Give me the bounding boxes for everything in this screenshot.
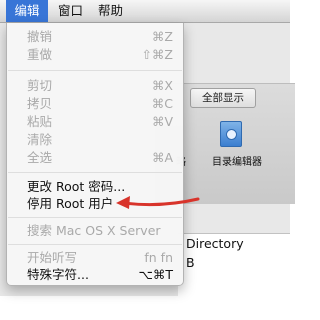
red-arrow-annotation xyxy=(116,196,200,209)
